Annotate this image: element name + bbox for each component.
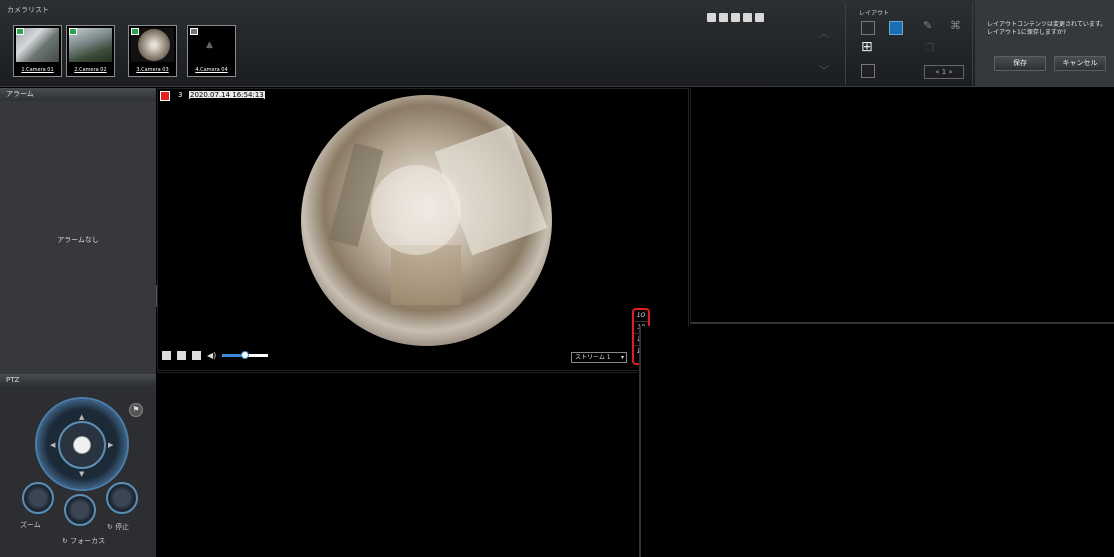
focus-text: フォーカス xyxy=(70,537,106,545)
fisheye-thumb-icon xyxy=(138,29,170,61)
page-number: 1 xyxy=(941,68,947,76)
camera-thumb-label: 1.Camera 01 xyxy=(21,67,54,73)
layout-panel: レイアウト ⊞ ✎ ⌘ ❐ « 1 » xyxy=(845,3,973,85)
stop-text: 停止 xyxy=(115,523,130,531)
pan-up-icon[interactable]: ▲ xyxy=(79,413,84,421)
layout-custom-button[interactable] xyxy=(889,21,903,35)
ratio-option[interactable]: 1O xyxy=(634,310,648,322)
camera-number: 3 xyxy=(178,91,183,99)
save-layout-dialog: レイアウトコンテンツは変更されています。レイアウト1に保存しますか? 保存 キャ… xyxy=(975,0,1114,87)
cancel-button[interactable]: キャンセル xyxy=(1054,56,1106,71)
pan-right-icon[interactable]: ▶ xyxy=(108,441,113,449)
layout-1x1-button[interactable] xyxy=(861,21,875,35)
zoom-label: ズーム xyxy=(20,521,41,529)
volume-icon[interactable]: ◀) xyxy=(207,351,216,360)
pan-down-icon[interactable]: ▼ xyxy=(79,470,84,478)
home-position-button[interactable]: ⚑ xyxy=(129,403,143,417)
expand-icon[interactable]: ⌘ xyxy=(950,19,961,32)
layout-1plus1-button[interactable] xyxy=(861,64,875,78)
top-toolbar: カメラリスト 1.Camera 01 2.Camera 02 3.Camera … xyxy=(0,0,1114,87)
video-pane-bottom-left[interactable] xyxy=(157,372,637,557)
camera-thumb-label: 2.Camera 02 xyxy=(74,67,107,73)
page-control[interactable]: « 1 » xyxy=(924,65,964,79)
vms-live-view: カメラリスト 1.Camera 01 2.Camera 02 3.Camera … xyxy=(0,0,1114,557)
focus-dial[interactable] xyxy=(64,494,96,526)
settings-icon[interactable] xyxy=(731,13,740,22)
record-icon[interactable] xyxy=(743,13,752,22)
no-alarm-text: アラームなし xyxy=(57,236,99,244)
edit-layout-icon[interactable]: ✎ xyxy=(923,19,932,32)
camera-thumb-2[interactable]: 2.Camera 02 xyxy=(66,25,115,77)
stop-label[interactable]: ↻ 停止 xyxy=(107,522,129,532)
sequence-icon[interactable] xyxy=(707,13,716,22)
group-icon[interactable] xyxy=(719,13,728,22)
pan-left-icon[interactable]: ◀ xyxy=(50,441,55,449)
copy-icon[interactable]: ❐ xyxy=(925,43,934,54)
volume-slider[interactable] xyxy=(222,351,269,359)
zoom-dial[interactable] xyxy=(22,482,54,514)
recording-icon xyxy=(160,91,170,101)
image-placeholder-icon: ▲ xyxy=(206,40,213,50)
save-button[interactable]: 保存 xyxy=(994,56,1046,71)
video-pane-top-right[interactable] xyxy=(690,88,1114,324)
layout-2x2-icon[interactable]: ⊞ xyxy=(861,39,873,55)
alarm-panel: アラーム アラームなし xyxy=(0,88,156,374)
scroll-up-icon[interactable]: ︿ xyxy=(819,25,831,40)
fisheye-video-image xyxy=(301,95,552,346)
view-tools xyxy=(707,13,764,22)
camera-list-title: カメラリスト xyxy=(7,6,49,14)
no-signal-status-icon xyxy=(190,28,198,35)
camera-thumb-label: 4.Camera 04 xyxy=(195,67,228,73)
video-pane-main[interactable]: 3 2020.07.14 16:54:13 ◀) ストリーム 1 1O 1P 1… xyxy=(157,88,689,371)
ptz-center-button[interactable] xyxy=(58,421,106,469)
camera-thumb-label: 3.Camera 03 xyxy=(136,67,169,73)
save-message: レイアウトコンテンツは変更されています。レイアウト1に保存しますか? xyxy=(987,21,1107,36)
focus-label: ↻ フォーカス xyxy=(62,537,106,545)
video-control-bar: ◀) xyxy=(162,351,269,360)
record-clip-icon[interactable] xyxy=(177,351,186,360)
alarm-title: アラーム xyxy=(0,88,156,101)
live-status-icon xyxy=(131,28,139,35)
live-status-icon xyxy=(16,28,24,35)
playback-icon[interactable] xyxy=(192,351,201,360)
stream-select[interactable]: ストリーム 1 xyxy=(571,352,627,363)
iris-dial[interactable] xyxy=(106,482,138,514)
live-status-icon xyxy=(69,28,77,35)
scroll-down-icon[interactable]: ﹀ xyxy=(819,62,831,77)
camera-thumb-1[interactable]: 1.Camera 01 xyxy=(13,25,62,77)
camera-thumb-4[interactable]: ▲ 4.Camera 04 xyxy=(187,25,236,77)
ptz-title: PTZ xyxy=(0,374,156,386)
video-pane-bottom-right[interactable] xyxy=(639,326,1114,557)
ptz-panel: PTZ ▲ ▼ ◀ ▶ ⚑ ズーム ↻ フォーカス ↻ 停止 xyxy=(0,374,156,557)
alert-icon[interactable] xyxy=(755,13,764,22)
layout-title: レイアウト xyxy=(859,10,890,17)
camera-thumb-3[interactable]: 3.Camera 03 xyxy=(128,25,177,77)
video-timestamp: 2020.07.14 16:54:13 xyxy=(189,91,265,99)
snapshot-icon[interactable] xyxy=(162,351,171,360)
